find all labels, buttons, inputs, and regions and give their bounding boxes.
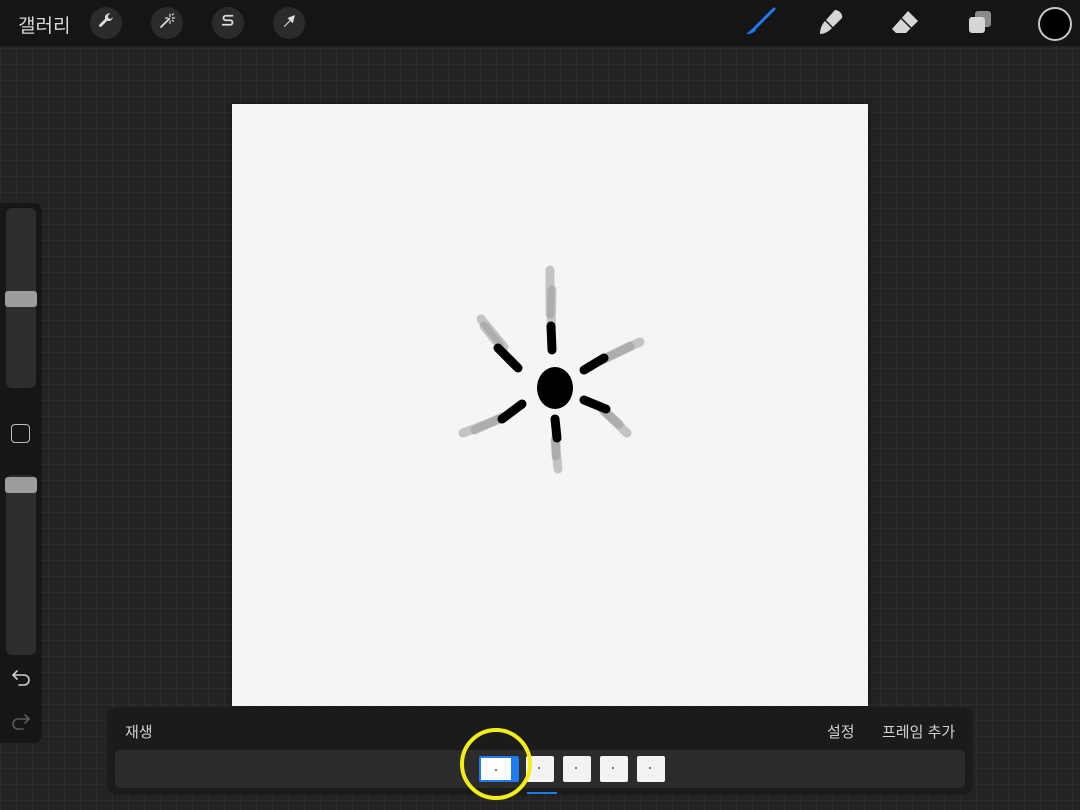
erase-tool-button[interactable] bbox=[887, 7, 923, 41]
play-button[interactable]: 재생 bbox=[125, 721, 153, 742]
add-frame-button[interactable]: 프레임 추가 bbox=[882, 721, 955, 742]
wrench-icon bbox=[97, 12, 115, 35]
frame-thumbnail-5[interactable] bbox=[637, 756, 665, 782]
color-picker-button[interactable] bbox=[1038, 7, 1072, 41]
selection-button[interactable] bbox=[212, 7, 244, 39]
opacity-thumb[interactable] bbox=[5, 477, 37, 493]
brush-size-thumb[interactable] bbox=[5, 291, 37, 307]
layers-button[interactable] bbox=[962, 7, 998, 41]
frame-thumbnail-4[interactable] bbox=[600, 756, 628, 782]
frame-content bbox=[649, 767, 651, 769]
top-toolbar: 갤러리 bbox=[0, 0, 1080, 46]
magic-wand-icon bbox=[158, 12, 176, 35]
redo-icon bbox=[11, 712, 31, 735]
current-frame-indicator bbox=[527, 792, 557, 794]
frame-thumbnail-3[interactable] bbox=[563, 756, 591, 782]
canvas-drawing bbox=[458, 265, 645, 474]
opacity-slider[interactable] bbox=[5, 475, 37, 655]
frame-timeline[interactable] bbox=[115, 750, 965, 788]
smudge-icon bbox=[816, 7, 846, 42]
smudge-tool-button[interactable] bbox=[813, 7, 849, 41]
frame-content bbox=[538, 767, 540, 769]
layers-icon bbox=[966, 8, 994, 41]
brush-size-slider[interactable] bbox=[5, 208, 37, 388]
left-sidebar bbox=[0, 203, 42, 743]
frame-content bbox=[612, 767, 614, 769]
animation-assist-panel: 재생 설정 프레임 추가 bbox=[107, 707, 973, 795]
selection-s-icon bbox=[219, 12, 237, 35]
modify-button[interactable] bbox=[11, 424, 30, 443]
arrow-cursor-icon bbox=[280, 12, 298, 35]
redo-button[interactable] bbox=[10, 713, 32, 733]
paint-tool-button[interactable] bbox=[742, 7, 778, 41]
eraser-icon bbox=[889, 8, 921, 41]
highlight-circle bbox=[460, 728, 532, 800]
adjustments-button[interactable] bbox=[151, 7, 183, 39]
settings-button[interactable]: 설정 bbox=[827, 721, 855, 742]
brush-icon bbox=[743, 7, 777, 42]
gallery-button[interactable]: 갤러리 bbox=[18, 11, 70, 38]
undo-icon bbox=[11, 668, 31, 691]
transform-button[interactable] bbox=[273, 7, 305, 39]
actions-button[interactable] bbox=[90, 7, 122, 39]
undo-button[interactable] bbox=[10, 669, 32, 689]
drawing-canvas[interactable] bbox=[232, 104, 868, 706]
frame-content bbox=[575, 767, 577, 769]
